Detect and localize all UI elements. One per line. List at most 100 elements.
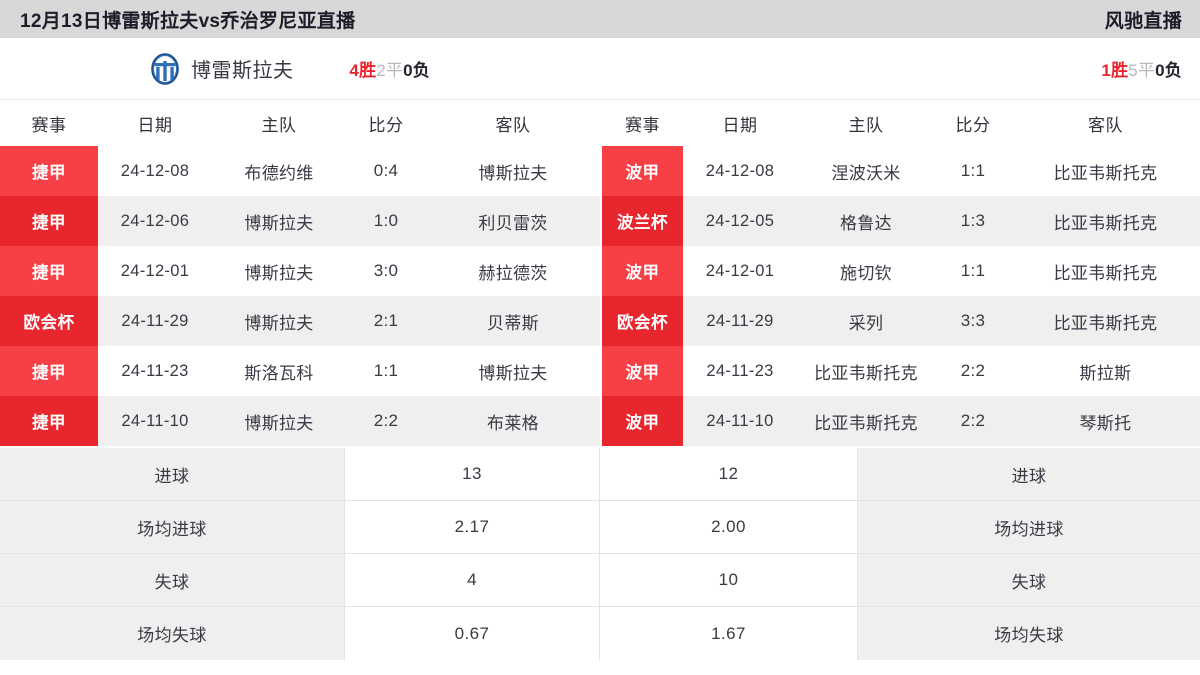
match-date-cell: 24-12-08 — [683, 146, 797, 196]
home-team-record: 4胜2平0负 — [349, 56, 430, 81]
stat-home-value: 13 — [345, 448, 600, 500]
match-date-cell: 24-12-08 — [98, 146, 212, 196]
home-team-header: 博雷斯拉夫 4胜2平0负 — [0, 38, 448, 99]
stat-away-label: 失球 — [858, 554, 1200, 606]
league-badge: 欧会杯 — [602, 296, 683, 346]
table-row[interactable]: 波甲 24-11-10 比亚韦斯托克 2:2 琴斯托 — [602, 396, 1200, 446]
home-wins: 4胜 — [349, 61, 377, 80]
stat-row: 进球 13 12 进球 — [0, 448, 1200, 501]
match-score-cell: 0:4 — [346, 146, 426, 196]
match-score-cell: 2:2 — [935, 396, 1011, 446]
column-header-away: 客队 — [426, 100, 600, 146]
match-score-cell: 1:3 — [935, 196, 1011, 246]
match-date-cell: 24-11-10 — [98, 396, 212, 446]
league-badge: 波甲 — [602, 146, 683, 196]
match-home-cell: 比亚韦斯托克 — [797, 396, 935, 446]
match-home-cell: 格鲁达 — [797, 196, 935, 246]
column-header-home: 主队 — [212, 100, 346, 146]
table-row[interactable]: 捷甲 24-11-10 博斯拉夫 2:2 布莱格 — [0, 396, 600, 446]
match-date-cell: 24-11-29 — [683, 296, 797, 346]
top-title-bar: 12月13日博雷斯拉夫vs乔治罗尼亚直播 风驰直播 — [0, 0, 1200, 38]
match-away-cell: 比亚韦斯托克 — [1011, 296, 1200, 346]
match-home-cell: 施切钦 — [797, 246, 935, 296]
table-header-row: 赛事 日期 主队 比分 客队 — [0, 100, 600, 146]
match-league-cell: 捷甲 — [0, 346, 98, 396]
stat-home-label: 场均失球 — [0, 607, 345, 660]
table-row[interactable]: 捷甲 24-12-01 博斯拉夫 3:0 赫拉德茨 — [0, 246, 600, 296]
match-date-cell: 24-11-23 — [98, 346, 212, 396]
league-badge: 波甲 — [602, 396, 683, 446]
match-date-cell: 24-12-05 — [683, 196, 797, 246]
stat-home-label: 失球 — [0, 554, 345, 606]
column-header-away: 客队 — [1011, 100, 1200, 146]
league-badge: 波甲 — [602, 346, 683, 396]
table-row[interactable]: 欧会杯 24-11-29 博斯拉夫 2:1 贝蒂斯 — [0, 296, 600, 346]
table-row[interactable]: 捷甲 24-12-06 博斯拉夫 1:0 利贝雷茨 — [0, 196, 600, 246]
table-row[interactable]: 捷甲 24-12-08 布德约维 0:4 博斯拉夫 — [0, 146, 600, 196]
match-home-cell: 涅波沃米 — [797, 146, 935, 196]
stat-home-label: 场均进球 — [0, 501, 345, 553]
league-badge: 捷甲 — [0, 196, 98, 246]
match-score-cell: 3:0 — [346, 246, 426, 296]
match-date-cell: 24-12-06 — [98, 196, 212, 246]
league-badge: 波甲 — [602, 246, 683, 296]
match-league-cell: 捷甲 — [0, 196, 98, 246]
match-away-cell: 布莱格 — [426, 396, 600, 446]
stat-row: 场均失球 0.67 1.67 场均失球 — [0, 607, 1200, 660]
away-draws: 5平 — [1128, 61, 1156, 80]
match-score-cell: 1:0 — [346, 196, 426, 246]
match-league-cell: 波甲 — [602, 246, 683, 296]
home-losses: 0负 — [403, 61, 430, 80]
match-date-cell: 24-11-10 — [683, 396, 797, 446]
match-date-cell: 24-12-01 — [683, 246, 797, 296]
match-score-cell: 2:2 — [935, 346, 1011, 396]
match-home-cell: 博斯拉夫 — [212, 246, 346, 296]
match-league-cell: 欧会杯 — [602, 296, 683, 346]
match-league-cell: 捷甲 — [0, 246, 98, 296]
table-row[interactable]: 捷甲 24-11-23 斯洛瓦科 1:1 博斯拉夫 — [0, 346, 600, 396]
away-matches-body: 波甲 24-12-08 涅波沃米 1:1 比亚韦斯托克 波兰杯 24-12-05 格鲁达 1:3… — [602, 146, 1200, 446]
stat-away-label: 进球 — [858, 448, 1200, 500]
away-wins: 1胜 — [1101, 61, 1129, 80]
match-home-cell: 博斯拉夫 — [212, 396, 346, 446]
match-league-cell: 波甲 — [602, 146, 683, 196]
stat-home-value: 4 — [345, 554, 600, 606]
match-league-cell: 波兰杯 — [602, 196, 683, 246]
match-date-cell: 24-12-01 — [98, 246, 212, 296]
site-brand-label: 风驰直播 — [1104, 10, 1182, 32]
match-away-cell: 比亚韦斯托克 — [1011, 246, 1200, 296]
stat-away-value: 10 — [600, 554, 858, 606]
match-score-cell: 1:1 — [935, 146, 1011, 196]
away-team-record: 1胜5平0负 — [1101, 56, 1182, 81]
table-row[interactable]: 波甲 24-12-01 施切钦 1:1 比亚韦斯托克 — [602, 246, 1200, 296]
match-date-cell: 24-11-29 — [98, 296, 212, 346]
stat-home-value: 2.17 — [345, 501, 600, 553]
blue-striped-shield-icon — [151, 52, 179, 85]
stat-away-value: 1.67 — [600, 607, 858, 660]
match-score-cell: 1:1 — [935, 246, 1011, 296]
column-header-league: 赛事 — [602, 100, 683, 146]
table-row[interactable]: 欧会杯 24-11-29 采列 3:3 比亚韦斯托克 — [602, 296, 1200, 346]
match-away-cell: 琴斯托 — [1011, 396, 1200, 446]
stat-row: 场均进球 2.17 2.00 场均进球 — [0, 501, 1200, 554]
stat-away-label: 场均进球 — [858, 501, 1200, 553]
match-away-cell: 比亚韦斯托克 — [1011, 146, 1200, 196]
home-team-identity[interactable]: 博雷斯拉夫 — [150, 52, 294, 85]
away-team-header: 乔治罗尼亚 1胜5平0负 — [448, 38, 1200, 99]
league-badge: 捷甲 — [0, 246, 98, 296]
match-away-cell: 博斯拉夫 — [426, 346, 600, 396]
home-matches-table: 赛事 日期 主队 比分 客队 捷甲 24-12-08 布德约维 0:4 博斯拉夫 捷甲 24… — [0, 100, 600, 446]
table-row[interactable]: 波甲 24-11-23 比亚韦斯托克 2:2 斯拉斯 — [602, 346, 1200, 396]
match-away-cell: 博斯拉夫 — [426, 146, 600, 196]
match-score-cell: 2:2 — [346, 396, 426, 446]
away-losses: 0负 — [1155, 61, 1182, 80]
match-league-cell: 波甲 — [602, 346, 683, 396]
table-row[interactable]: 波兰杯 24-12-05 格鲁达 1:3 比亚韦斯托克 — [602, 196, 1200, 246]
league-badge: 欧会杯 — [0, 296, 98, 346]
match-league-cell: 欧会杯 — [0, 296, 98, 346]
table-row[interactable]: 波甲 24-12-08 涅波沃米 1:1 比亚韦斯托克 — [602, 146, 1200, 196]
match-home-cell: 斯洛瓦科 — [212, 346, 346, 396]
match-home-cell: 采列 — [797, 296, 935, 346]
stats-comparison-grid: 进球 13 12 进球 场均进球 2.17 2.00 场均进球 失球 4 10 失球 场均失球 0.67 1… — [0, 446, 1200, 660]
match-home-cell: 比亚韦斯托克 — [797, 346, 935, 396]
